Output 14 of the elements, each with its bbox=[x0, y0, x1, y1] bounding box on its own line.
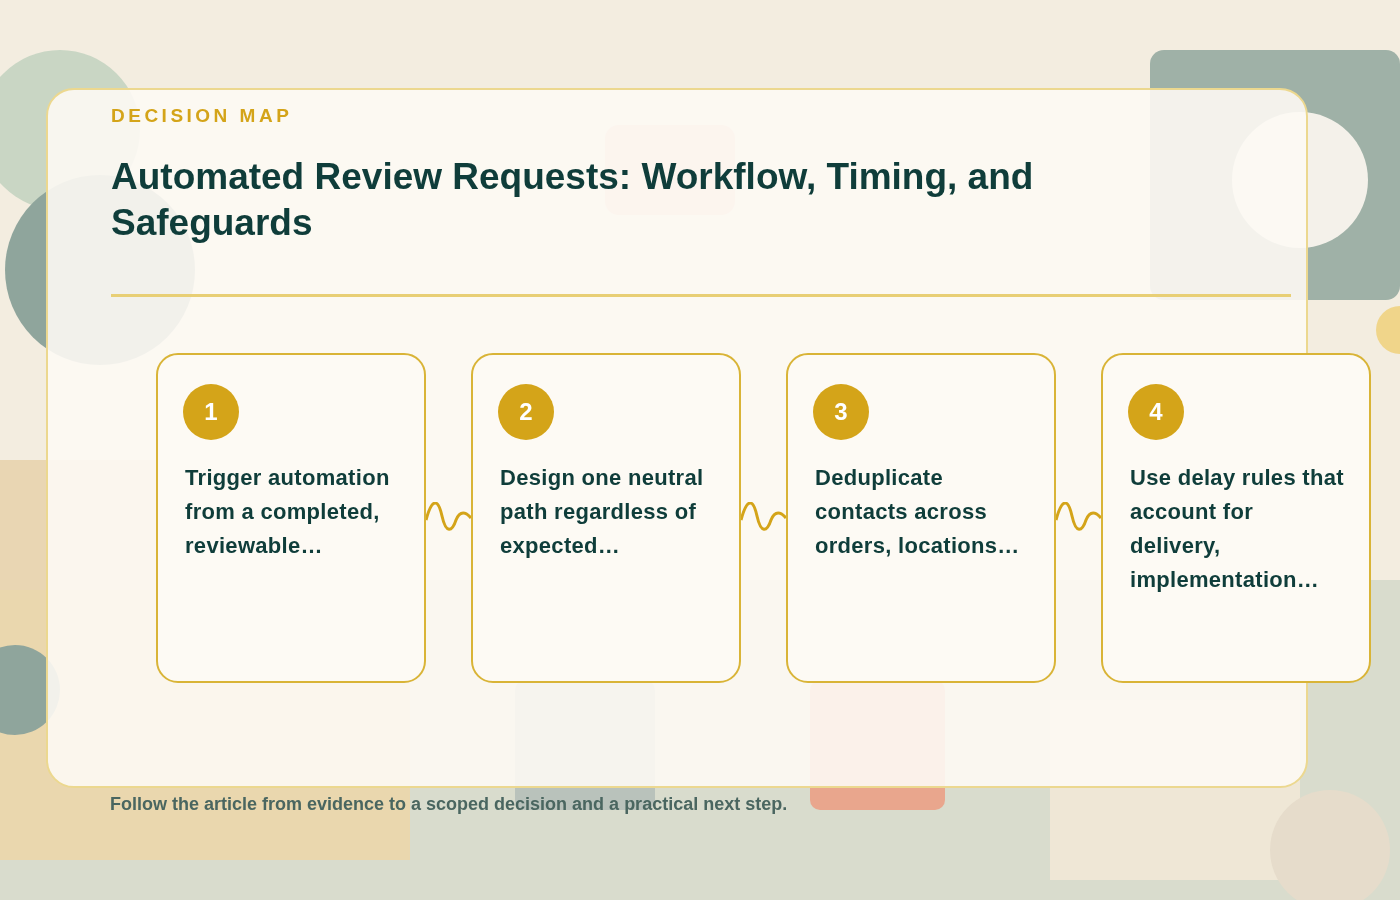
wave-connector bbox=[741, 502, 786, 532]
wave-connector bbox=[426, 502, 471, 532]
step-number-badge: 2 bbox=[498, 384, 554, 440]
step-number-badge: 3 bbox=[813, 384, 869, 440]
step-text: Use delay rules that account for delivery, implementation… bbox=[1130, 464, 1345, 594]
footer-caption: Follow the article from evidence to a scoped decision and a practical next step. bbox=[110, 793, 788, 816]
page-title: Automated Review Requests: Workflow, Timing, and Safeguards bbox=[111, 155, 1035, 245]
step-text: Design one neutral path regardless of expected… bbox=[500, 464, 705, 560]
eyebrow-label: DECISION MAP bbox=[111, 104, 294, 128]
step-number-badge: 4 bbox=[1128, 384, 1184, 440]
step-text: Trigger automation from a completed, reviewable… bbox=[185, 464, 391, 560]
step-number-badge: 1 bbox=[183, 384, 239, 440]
wave-connector bbox=[1056, 502, 1101, 532]
step-text: Deduplicate contacts across orders, locations… bbox=[815, 464, 1021, 560]
